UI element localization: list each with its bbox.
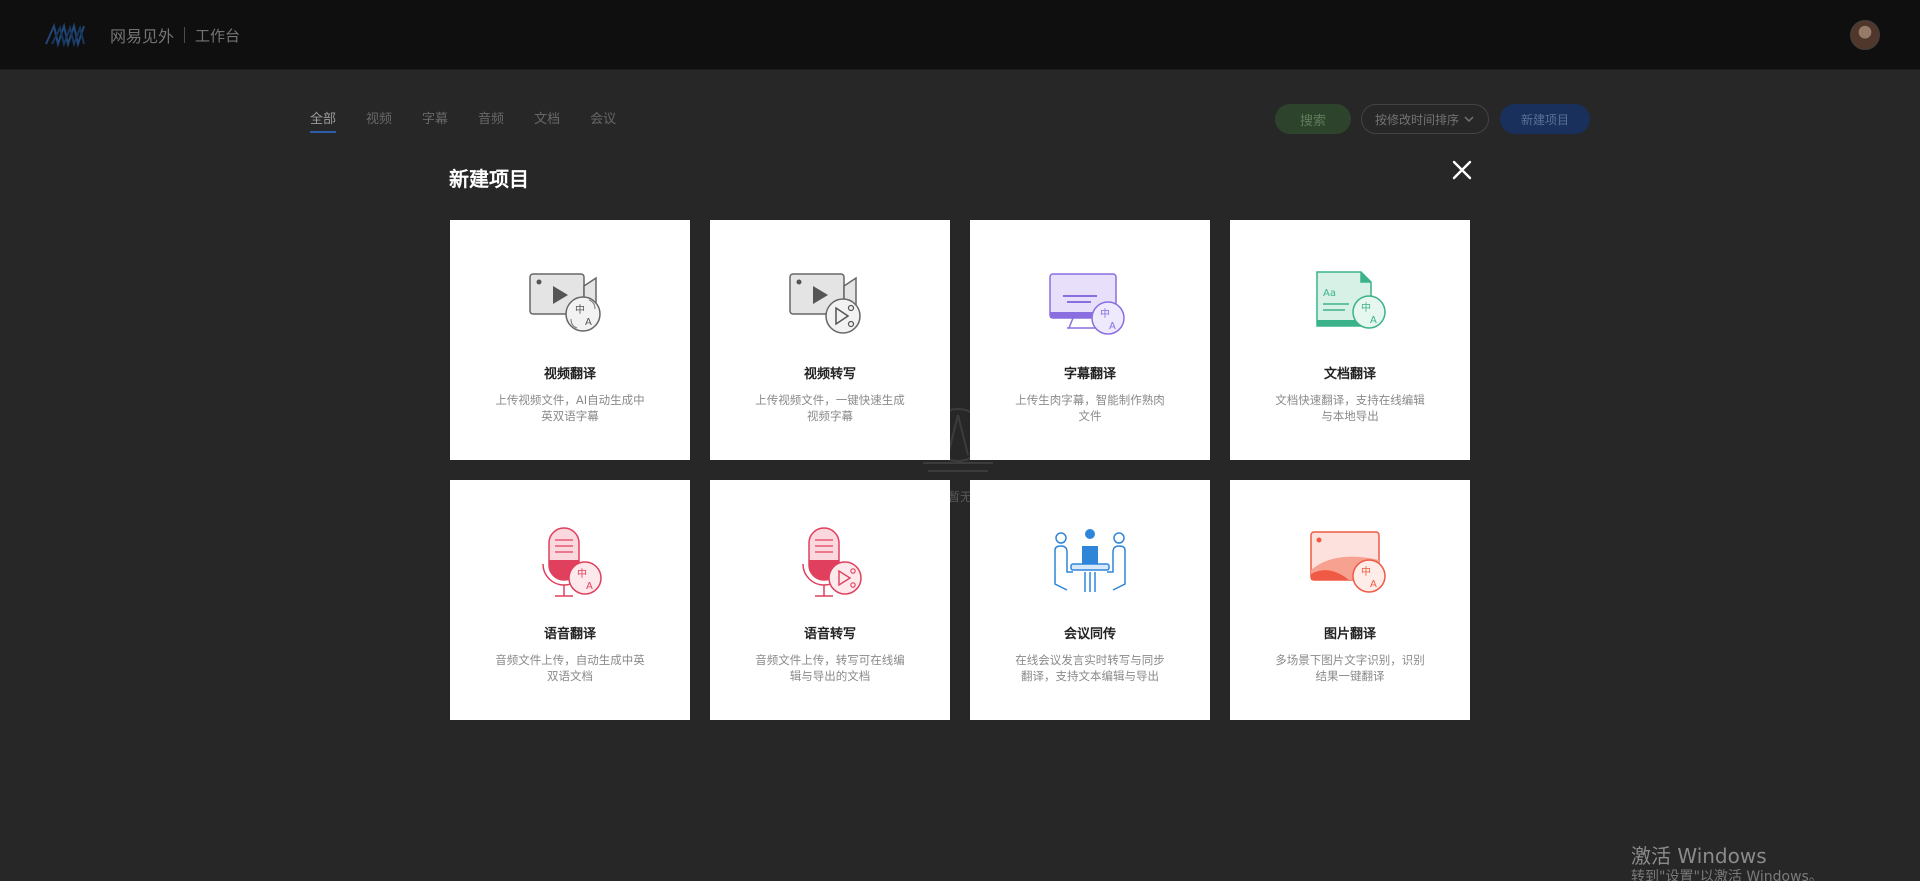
document-translate-icon: Aa 中 A (1316, 271, 1386, 329)
card-image-translate[interactable]: 中 A 图片翻译 多场景下图片文字识别，识别结果一键翻译 (1230, 480, 1470, 720)
close-icon[interactable] (1450, 158, 1474, 182)
card-description: 上传生肉字幕，智能制作熟肉文件 (1015, 393, 1165, 423)
svg-text:中: 中 (575, 303, 585, 316)
meeting-interpret-icon (1054, 529, 1126, 592)
card-document-translate[interactable]: Aa 中 A 文档翻译 文档快速翻译，支持在线编辑与本地导出 (1230, 220, 1470, 460)
svg-text:Aa: Aa (1323, 288, 1336, 299)
modal-title: 新建项目 (449, 167, 529, 191)
card-audio-translate[interactable]: 中 A 语音翻译 音频文件上传，自动生成中英双语文档 (450, 480, 690, 720)
card-title: 视频转写 (803, 367, 856, 382)
windows-activation-subtitle: 转到"设置"以激活 Windows。 (1631, 869, 1823, 881)
svg-text:中: 中 (1361, 301, 1371, 314)
svg-text:A: A (1370, 315, 1377, 326)
project-type-grid: 中 A 视频翻译 上传视频文件，AI自动生成中英双语字幕 视频转写 上传视频文件… (450, 220, 1470, 720)
card-title: 图片翻译 (1323, 627, 1376, 642)
svg-text:A: A (1370, 579, 1377, 590)
card-description: 音频文件上传，转写可在线编辑与导出的文档 (755, 653, 905, 683)
card-description: 文档快速翻译，支持在线编辑与本地导出 (1275, 393, 1425, 423)
card-description: 音频文件上传，自动生成中英双语文档 (495, 653, 645, 683)
card-title: 会议同传 (1063, 627, 1116, 642)
card-title: 字幕翻译 (1063, 367, 1116, 382)
svg-text:A: A (586, 581, 593, 592)
card-description: 上传视频文件，一键快速生成视频字幕 (755, 393, 905, 423)
card-title: 语音转写 (803, 627, 856, 642)
card-title: 文档翻译 (1323, 367, 1376, 382)
svg-text:中: 中 (1100, 307, 1110, 320)
svg-text:A: A (585, 317, 592, 328)
svg-text:中: 中 (1361, 565, 1371, 578)
subtitle-translate-icon: 中 A (1049, 273, 1125, 335)
video-transcribe-icon (789, 273, 861, 334)
image-translate-icon: 中 A (1310, 531, 1386, 593)
svg-text:A: A (1109, 321, 1116, 332)
card-description: 在线会议发言实时转写与同步翻译，支持文本编辑与导出 (1015, 653, 1165, 683)
windows-activation-title: 激活 Windows (1631, 844, 1767, 868)
svg-text:中: 中 (577, 567, 587, 580)
card-title: 视频翻译 (543, 367, 596, 382)
card-audio-transcribe[interactable]: 语音转写 音频文件上传，转写可在线编辑与导出的文档 (710, 480, 950, 720)
card-subtitle-translate[interactable]: 中 A 字幕翻译 上传生肉字幕，智能制作熟肉文件 (970, 220, 1210, 460)
card-description: 多场景下图片文字识别，识别结果一键翻译 (1275, 653, 1425, 683)
video-translate-icon: 中 A (529, 273, 601, 332)
card-description: 上传视频文件，AI自动生成中英双语字幕 (495, 393, 645, 423)
card-title: 语音翻译 (543, 627, 596, 642)
card-video-transcribe[interactable]: 视频转写 上传视频文件，一键快速生成视频字幕 (710, 220, 950, 460)
card-video-translate[interactable]: 中 A 视频翻译 上传视频文件，AI自动生成中英双语字幕 (450, 220, 690, 460)
audio-transcribe-icon (802, 527, 862, 597)
card-meeting-interpret[interactable]: 会议同传 在线会议发言实时转写与同步翻译，支持文本编辑与导出 (970, 480, 1210, 720)
audio-translate-icon: 中 A (542, 527, 602, 597)
